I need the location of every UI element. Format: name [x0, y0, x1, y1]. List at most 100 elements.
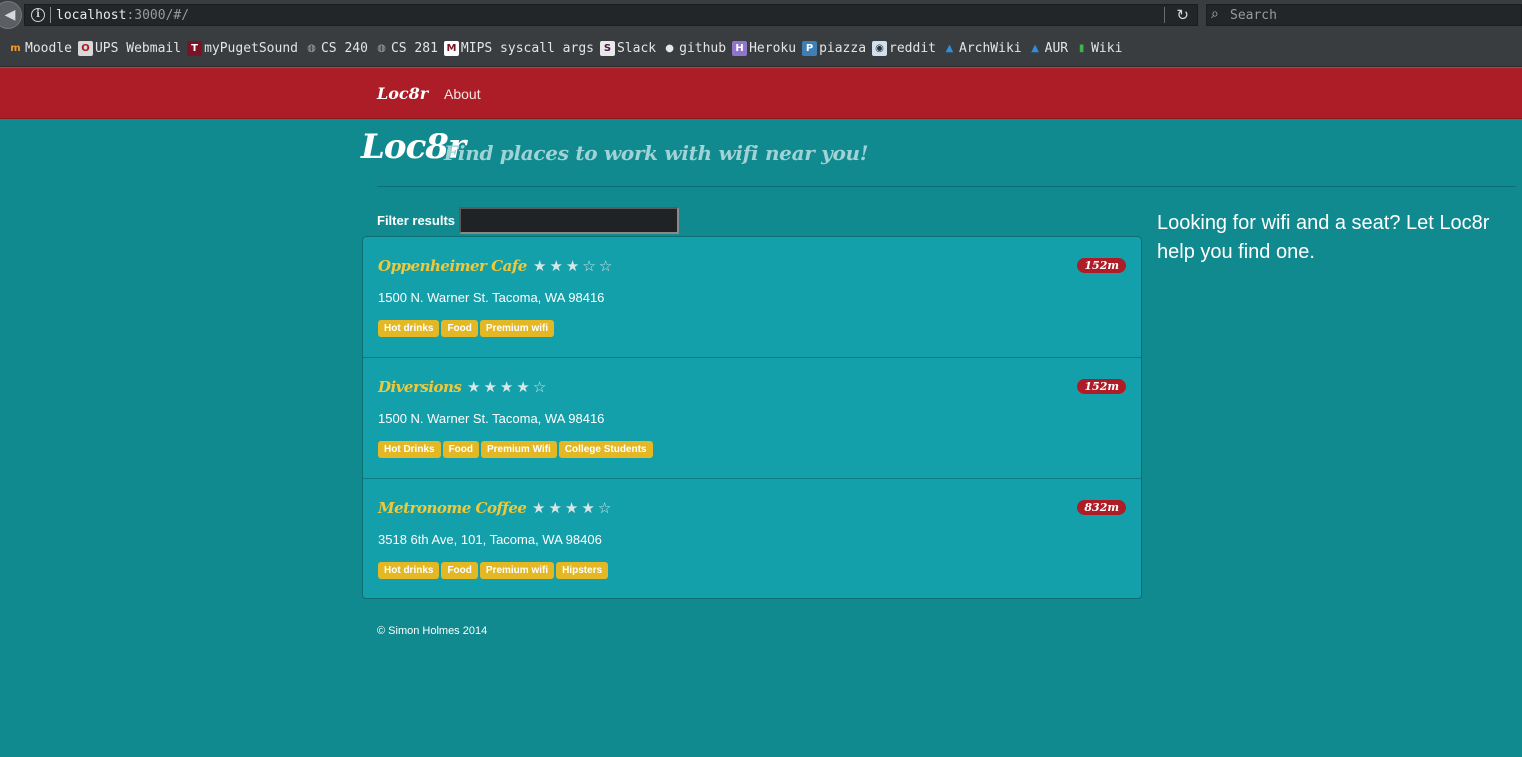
filter-input[interactable] [459, 207, 679, 234]
bookmark-reddit[interactable]: ◉ reddit [872, 40, 936, 56]
star-filled-icon: ★ [565, 257, 583, 275]
bookmark-label: Moodle [25, 40, 72, 56]
facility-tag: Hot Drinks [378, 441, 441, 458]
bookmark-wiki[interactable]: ▮ Wiki [1074, 40, 1123, 56]
bookmark-label: UPS Webmail [94, 40, 182, 56]
bookmark-ups-webmail[interactable]: O UPS Webmail [77, 40, 182, 56]
star-empty-icon: ☆ [598, 257, 616, 275]
location-address: 1500 N. Warner St. Tacoma, WA 98416 [378, 290, 605, 305]
footer-copyright: © Simon Holmes 2014 [377, 625, 488, 637]
bookmark-aur[interactable]: ▲ AUR [1027, 40, 1069, 56]
url-text[interactable]: localhost:3000/#/ [56, 8, 189, 23]
facility-tag: College Students [558, 441, 653, 458]
star-empty-icon: ☆ [532, 378, 550, 396]
star-empty-icon: ☆ [597, 499, 615, 517]
bookmark-piazza[interactable]: Ppiazza [802, 40, 867, 56]
location-item: Diversions ★★★★☆ 152m 1500 N. Warner St. Ta… [363, 358, 1141, 479]
moodle-icon: m [8, 40, 23, 56]
bookmark-moodle[interactable]: m Moodle [8, 40, 72, 56]
location-list: Oppenheimer Cafe ★★★☆☆ 152m 1500 N. Warner … [362, 236, 1142, 599]
distance-badge: 152m [1077, 258, 1126, 273]
bookmark-github[interactable]: ● github [662, 40, 727, 56]
location-address: 1500 N. Warner St. Tacoma, WA 98416 [378, 411, 605, 426]
outlook-icon: O [77, 40, 93, 56]
bookmark-label: CS 281 [390, 40, 438, 56]
bookmark-label: Heroku [749, 40, 797, 56]
facility-tag: Hot drinks [378, 320, 440, 337]
github-icon: ● [662, 40, 678, 56]
facility-tag: Food [442, 441, 479, 458]
bookmark-label: Slack [616, 40, 657, 56]
piazza-icon: P [802, 40, 818, 56]
bookmark-cs-240[interactable]: ◍ CS 240 [303, 40, 368, 56]
distance-badge: 152m [1077, 379, 1126, 394]
bookmark-mips-syscall-args[interactable]: M MIPS syscall args [443, 40, 594, 56]
bookmark-label: myPugetSound [204, 40, 298, 56]
info-icon[interactable]: i [31, 8, 45, 22]
bookmark-label: AUR [1044, 40, 1069, 56]
page-tagline: Find places to work with wifi near you! [444, 141, 869, 165]
bookmark-cs-281[interactable]: ◍ CS 281 [373, 40, 438, 56]
location-address: 3518 6th Ave, 101, Tacoma, WA 98406 [378, 532, 602, 547]
browser-search-field[interactable]: ⌕ Search [1206, 4, 1522, 26]
rating-stars: ★★★★☆ [532, 499, 614, 517]
back-arrow-icon[interactable]: ◀ [0, 1, 22, 29]
location-name-link[interactable]: Metronome Coffee [378, 499, 527, 517]
puget-sound-icon: T [187, 40, 203, 56]
bookmark-heroku[interactable]: H Heroku [732, 40, 797, 56]
star-filled-icon: ★ [499, 378, 517, 396]
address-bar[interactable]: i localhost:3000/#/ ↻ [24, 4, 1198, 26]
bookmark-mypugetsound[interactable]: TmyPugetSound [187, 40, 298, 56]
facility-tag: Food [441, 320, 478, 337]
location-name-link[interactable]: Oppenheimer Cafe [378, 257, 527, 275]
mips-icon: M [443, 40, 459, 56]
bookmark-label: Wiki [1091, 40, 1123, 56]
reddit-icon: ◉ [872, 40, 888, 56]
navbar-brand-link[interactable]: Loc8r [377, 84, 428, 103]
site-navbar: Loc8r About [0, 68, 1522, 119]
bookmark-label: ArchWiki [959, 40, 1022, 56]
bookmark-label: piazza [819, 40, 867, 56]
star-filled-icon: ★ [533, 257, 550, 275]
facilities-list: Hot drinks Food Premium wifi Hipsters [378, 562, 609, 579]
facility-tag: Hot drinks [378, 562, 440, 579]
bookmark-label: reddit [889, 40, 936, 56]
reload-icon[interactable]: ↻ [1176, 6, 1189, 24]
star-filled-icon: ★ [483, 378, 500, 396]
facilities-list: Hot Drinks Food Premium Wifi College Studen… [378, 441, 653, 458]
facility-tag: Premium wifi [479, 562, 555, 579]
wiki-icon: ▮ [1074, 40, 1090, 56]
star-empty-icon: ☆ [582, 257, 599, 275]
bookmark-label: github [679, 40, 727, 56]
arch-icon: ▲ [942, 40, 957, 56]
bookmark-archwiki[interactable]: ▲ ArchWiki [942, 40, 1022, 56]
distance-badge: 832m [1077, 500, 1126, 515]
facility-tag: Hipsters [556, 562, 609, 579]
filter-label: Filter results [377, 213, 456, 228]
bookmark-label: MIPS syscall args [460, 40, 594, 56]
search-placeholder[interactable]: Search [1230, 8, 1277, 23]
rating-stars: ★★★☆☆ [533, 257, 615, 275]
bookmark-slack[interactable]: S Slack [599, 40, 657, 56]
heroku-icon: H [732, 40, 748, 56]
bookmarks-toolbar: m Moodle O UPS Webmail TmyPugetSound ◍ CS 240 ◍… [0, 30, 1522, 67]
star-filled-icon: ★ [516, 378, 533, 396]
star-filled-icon: ★ [564, 499, 582, 517]
globe-icon: ◍ [303, 40, 319, 56]
location-name-link[interactable]: Diversions [378, 378, 462, 396]
star-filled-icon: ★ [532, 499, 549, 517]
location-item: Metronome Coffee ★★★★☆ 832m 3518 6th Ave, 1… [363, 479, 1141, 598]
sidebar-text: Looking for wifi and a seat? Let Loc8r h… [1157, 212, 1490, 263]
url-divider [1164, 7, 1165, 23]
star-filled-icon: ★ [581, 499, 598, 517]
slack-icon: S [599, 40, 615, 56]
facilities-list: Hot drinks Food Premium wifi [378, 320, 555, 337]
location-item: Oppenheimer Cafe ★★★☆☆ 152m 1500 N. Warner … [363, 237, 1141, 358]
star-filled-icon: ★ [548, 499, 565, 517]
nav-about-link[interactable]: About [444, 86, 481, 102]
globe-icon: ◍ [373, 40, 389, 56]
browser-toolbar: ◀ i localhost:3000/#/ ↻ ⌕ Search [0, 0, 1522, 30]
star-filled-icon: ★ [467, 378, 484, 396]
rating-stars: ★★★★☆ [467, 378, 549, 396]
facility-tag: Premium Wifi [481, 441, 557, 458]
